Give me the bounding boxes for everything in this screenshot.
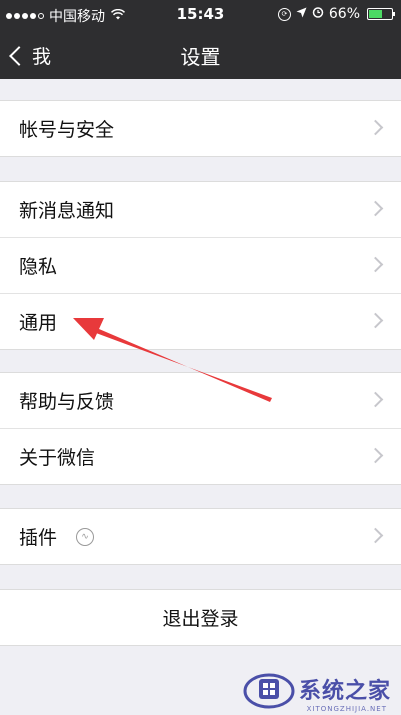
battery-icon [367,8,395,20]
row-privacy[interactable]: 隐私 [0,238,401,294]
row-label: 隐私 [19,256,58,278]
logout-label: 退出登录 [162,608,239,630]
chevron-right-icon [367,256,384,273]
row-about-wechat[interactable]: 关于微信 [0,429,401,484]
chevron-right-icon [367,527,384,544]
settings-group-account: 帐号与安全 [0,100,401,157]
row-help-feedback[interactable]: 帮助与反馈 [0,373,401,429]
settings-group-general: 新消息通知 隐私 通用 [0,181,401,350]
navigation-bar: 我 设置 [0,30,401,79]
chevron-right-icon [367,312,384,329]
location-icon [296,6,307,22]
row-label: 帐号与安全 [19,119,115,141]
row-new-message-notifications[interactable]: 新消息通知 [0,182,401,238]
watermark-subtext: XITONGZHIJIA.NET [306,705,387,713]
row-plugins[interactable]: 插件 ∿ [0,509,401,564]
page-title: 设置 [180,45,221,69]
alarm-icon [312,6,324,22]
chevron-right-icon [367,447,384,464]
row-general[interactable]: 通用 [0,294,401,349]
watermark-text: 系统之家 [298,679,391,704]
row-label: 插件 [19,527,58,549]
row-label: 关于微信 [19,447,96,469]
watermark-emblem-icon [243,667,295,711]
chevron-right-icon [367,391,384,408]
status-right: ⟳ 66% [277,6,395,22]
battery-percent: 66% [328,6,360,22]
logout-button[interactable]: 退出登录 [0,589,401,646]
row-account-security[interactable]: 帐号与安全 [0,101,401,156]
settings-group-plugins: 插件 ∿ [0,508,401,565]
row-label: 通用 [19,312,58,334]
status-bar: 中国移动 15:43 ⟳ 66% [0,0,401,30]
lightbulb-icon: ∿ [76,528,94,546]
row-label: 新消息通知 [19,200,115,222]
rotation-lock-icon: ⟳ [277,7,291,21]
chevron-right-icon [367,119,384,136]
settings-group-help: 帮助与反馈 关于微信 [0,372,401,485]
chevron-right-icon [367,200,384,217]
row-label: 帮助与反馈 [19,391,115,413]
